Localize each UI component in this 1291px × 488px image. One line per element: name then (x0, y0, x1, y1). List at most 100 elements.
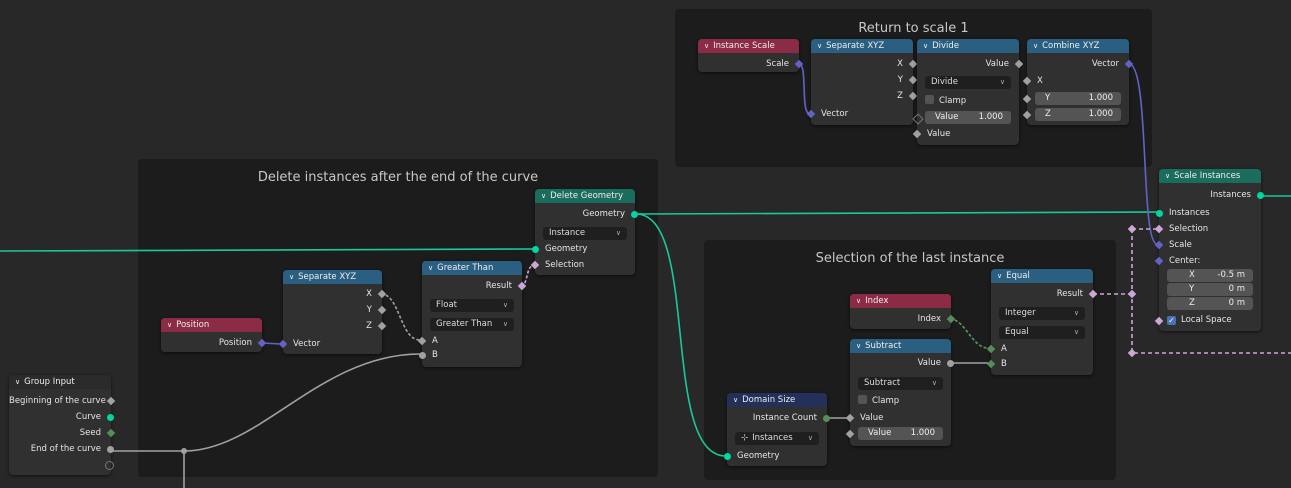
value-field[interactable]: Value 1.000 (925, 111, 1011, 124)
node-subtract[interactable]: ∨ Subtract Value Subtract ∨ Clamp Value Va… (845, 339, 954, 446)
node-group-input[interactable]: ∨ Group Input Beginning of the curve Curv… (9, 375, 116, 475)
output-end: End of the curve (30, 444, 101, 454)
center-y-field[interactable]: Y 0 m (1167, 283, 1253, 296)
node-index[interactable]: ∨ Index Index (850, 294, 956, 329)
chevron-down-icon[interactable]: ∨ (856, 342, 861, 350)
node-divide[interactable]: ∨ Divide Value Divide ∨ Clamp Value 1.000 V… (912, 39, 1024, 145)
output-position: Position (218, 338, 252, 348)
node-title: Domain Size (742, 395, 796, 405)
checkbox-label: Clamp (939, 96, 967, 106)
operation-dropdown[interactable]: Divide ∨ (925, 76, 1011, 89)
node-equal[interactable]: ∨ Equal Result Integer ∨ Equal ∨ A B (986, 269, 1098, 375)
socket-geometry-out[interactable] (631, 211, 638, 218)
z-field[interactable]: Z 1.000 (1035, 108, 1121, 121)
center-z-field[interactable]: Z 0 m (1167, 297, 1253, 310)
chevron-down-icon: ∨ (807, 434, 813, 442)
input-geometry: Geometry (545, 244, 588, 254)
input-selection: Selection (1169, 224, 1209, 234)
node-position[interactable]: ∨ Position Position (161, 318, 267, 352)
chevron-down-icon[interactable]: ∨ (856, 297, 861, 305)
input-selection: Selection (545, 260, 585, 270)
node-combine-xyz[interactable]: ∨ Combine XYZ Vector X Y 1.000 Z 1.000 (1022, 39, 1134, 125)
value-field[interactable]: Value 1.000 (858, 427, 943, 440)
chevron-down-icon[interactable]: ∨ (817, 42, 822, 50)
dropdown-value: Integer (1005, 308, 1036, 318)
y-field[interactable]: Y 1.000 (1035, 92, 1121, 105)
node-title: Greater Than (437, 263, 494, 273)
field-value: 1.000 (910, 428, 935, 438)
domain-dropdown[interactable]: ⊹ Instances ∨ (735, 432, 819, 445)
node-separate-xyz-mid[interactable]: ∨ Separate XYZ X Y Z Vector (278, 270, 387, 354)
input-b: B (432, 350, 438, 360)
socket-empty[interactable] (105, 461, 114, 470)
node-title: Combine XYZ (1042, 41, 1100, 51)
clamp-checkbox[interactable]: Clamp (858, 395, 899, 408)
link-scale-to-sepxyz (798, 63, 811, 115)
socket-value-out[interactable] (947, 360, 954, 367)
output-vector: Vector (1091, 59, 1119, 69)
socket-end[interactable] (107, 446, 114, 453)
chevron-down-icon[interactable]: ∨ (428, 264, 433, 272)
chevron-down-icon: ∨ (615, 229, 621, 237)
input-instances: Instances (1169, 208, 1210, 218)
link-end-to-b (111, 353, 421, 452)
center-x-field[interactable]: X -0.5 m (1167, 269, 1253, 282)
local-space-checkbox[interactable]: ✓ Local Space (1167, 314, 1232, 327)
dropdown-value: Subtract (864, 378, 901, 388)
chevron-down-icon[interactable]: ∨ (1033, 42, 1038, 50)
domain-dropdown[interactable]: Instance ∨ (543, 227, 627, 240)
node-title: Separate XYZ (826, 41, 885, 51)
chevron-down-icon[interactable]: ∨ (923, 42, 928, 50)
chevron-down-icon[interactable]: ∨ (733, 396, 738, 404)
chevron-down-icon[interactable]: ∨ (997, 272, 1002, 280)
socket-count-out[interactable] (823, 415, 830, 422)
type-dropdown[interactable]: Float ∨ (430, 299, 514, 312)
input-center: Center: (1169, 256, 1201, 266)
chevron-down-icon[interactable]: ∨ (167, 321, 172, 329)
operation-dropdown[interactable]: Greater Than ∨ (430, 318, 514, 331)
dropdown-value: Equal (1005, 327, 1029, 337)
socket-curve[interactable] (107, 414, 114, 421)
operation-dropdown[interactable]: Subtract ∨ (858, 377, 943, 390)
input-vector: Vector (293, 339, 321, 349)
output-result: Result (485, 281, 512, 291)
chevron-down-icon[interactable]: ∨ (1165, 172, 1170, 180)
node-greater-than[interactable]: ∨ Greater Than Result Float ∨ Greater Than… (417, 261, 527, 367)
node-delete-geometry[interactable]: ∨ Delete Geometry Geometry Instance ∨ Geom… (530, 189, 638, 275)
output-result: Result (1056, 289, 1083, 299)
socket-instances-out[interactable] (1257, 192, 1264, 199)
output-y: Y (366, 305, 372, 315)
field-value: 0 m (1228, 284, 1245, 294)
socket-b-in[interactable] (419, 352, 426, 359)
chevron-down-icon[interactable]: ∨ (704, 42, 709, 50)
output-value: Value (985, 59, 1009, 69)
dropdown-value: Greater Than (436, 319, 493, 329)
chevron-down-icon[interactable]: ∨ (289, 273, 294, 281)
dropdown-value: Instances (752, 433, 793, 443)
chevron-down-icon: ∨ (931, 379, 937, 387)
output-y: Y (897, 75, 903, 85)
output-curve: Curve (75, 412, 101, 422)
field-label: Z (1045, 109, 1051, 119)
node-scale-instances[interactable]: ∨ Scale Instances Instances Instances Sel… (1154, 169, 1264, 331)
socket-geometry-in[interactable] (532, 246, 539, 253)
node-separate-xyz-top[interactable]: ∨ Separate XYZ X Y Z Vector (806, 39, 918, 125)
input-value: Value (860, 413, 884, 423)
input-geometry: Geometry (737, 451, 780, 461)
socket-instances-in[interactable] (1156, 210, 1163, 217)
checkbox-label: Local Space (1181, 315, 1232, 325)
chevron-down-icon: ∨ (999, 78, 1005, 86)
node-editor-canvas[interactable]: Return to scale 1 Delete instances after… (0, 0, 1291, 488)
socket-geometry-in[interactable] (724, 453, 731, 460)
operation-dropdown[interactable]: Equal ∨ (999, 326, 1085, 339)
output-instances: Instances (1210, 190, 1251, 200)
node-title: Delete Geometry (550, 191, 624, 201)
chevron-down-icon: ∨ (502, 320, 508, 328)
node-domain-size[interactable]: ∨ Domain Size Instance Count ⊹ Instances ∨ … (724, 393, 830, 466)
clamp-checkbox[interactable]: Clamp (925, 95, 966, 108)
chevron-down-icon[interactable]: ∨ (15, 378, 20, 386)
chevron-down-icon[interactable]: ∨ (541, 192, 546, 200)
field-label: Z (1189, 298, 1195, 308)
type-dropdown[interactable]: Integer ∨ (999, 307, 1085, 320)
node-instance-scale[interactable]: ∨ Instance Scale Scale (698, 39, 804, 72)
